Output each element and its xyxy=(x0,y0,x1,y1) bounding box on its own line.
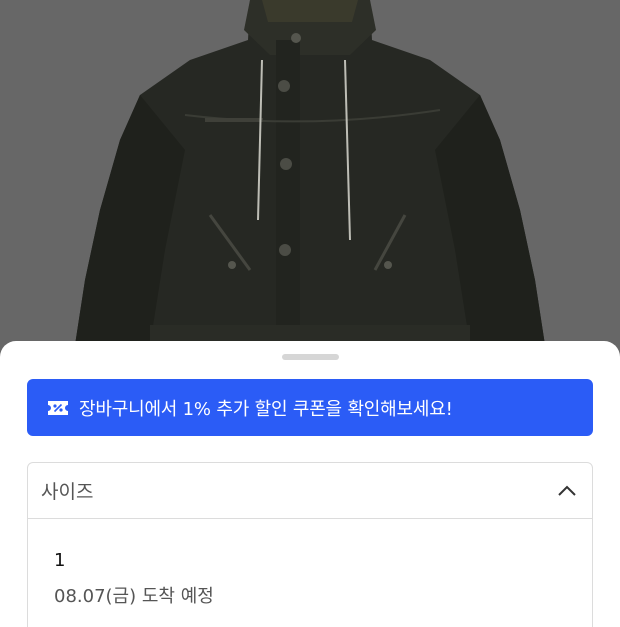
jacket-image xyxy=(75,0,545,345)
size-option-value: 1 xyxy=(54,550,66,571)
option-bottom-sheet: 장바구니에서 1% 추가 할인 쿠폰을 확인해보세요! 사이즈 1 08.07(… xyxy=(0,341,620,627)
coupon-banner[interactable]: 장바구니에서 1% 추가 할인 쿠폰을 확인해보세요! xyxy=(27,379,593,436)
coupon-banner-text: 장바구니에서 1% 추가 할인 쿠폰을 확인해보세요! xyxy=(79,398,453,420)
size-option-eta: 08.07(금) 도착 예정 xyxy=(54,586,214,607)
size-select-label: 사이즈 xyxy=(41,481,94,503)
chevron-up-icon[interactable] xyxy=(558,485,576,496)
sheet-drag-handle[interactable] xyxy=(282,354,339,360)
coupon-percent-icon xyxy=(48,400,68,415)
product-image-backdrop xyxy=(0,0,620,360)
size-select-header[interactable]: 사이즈 xyxy=(27,462,593,519)
size-option-item[interactable]: 1 08.07(금) 도착 예정 xyxy=(27,517,593,627)
